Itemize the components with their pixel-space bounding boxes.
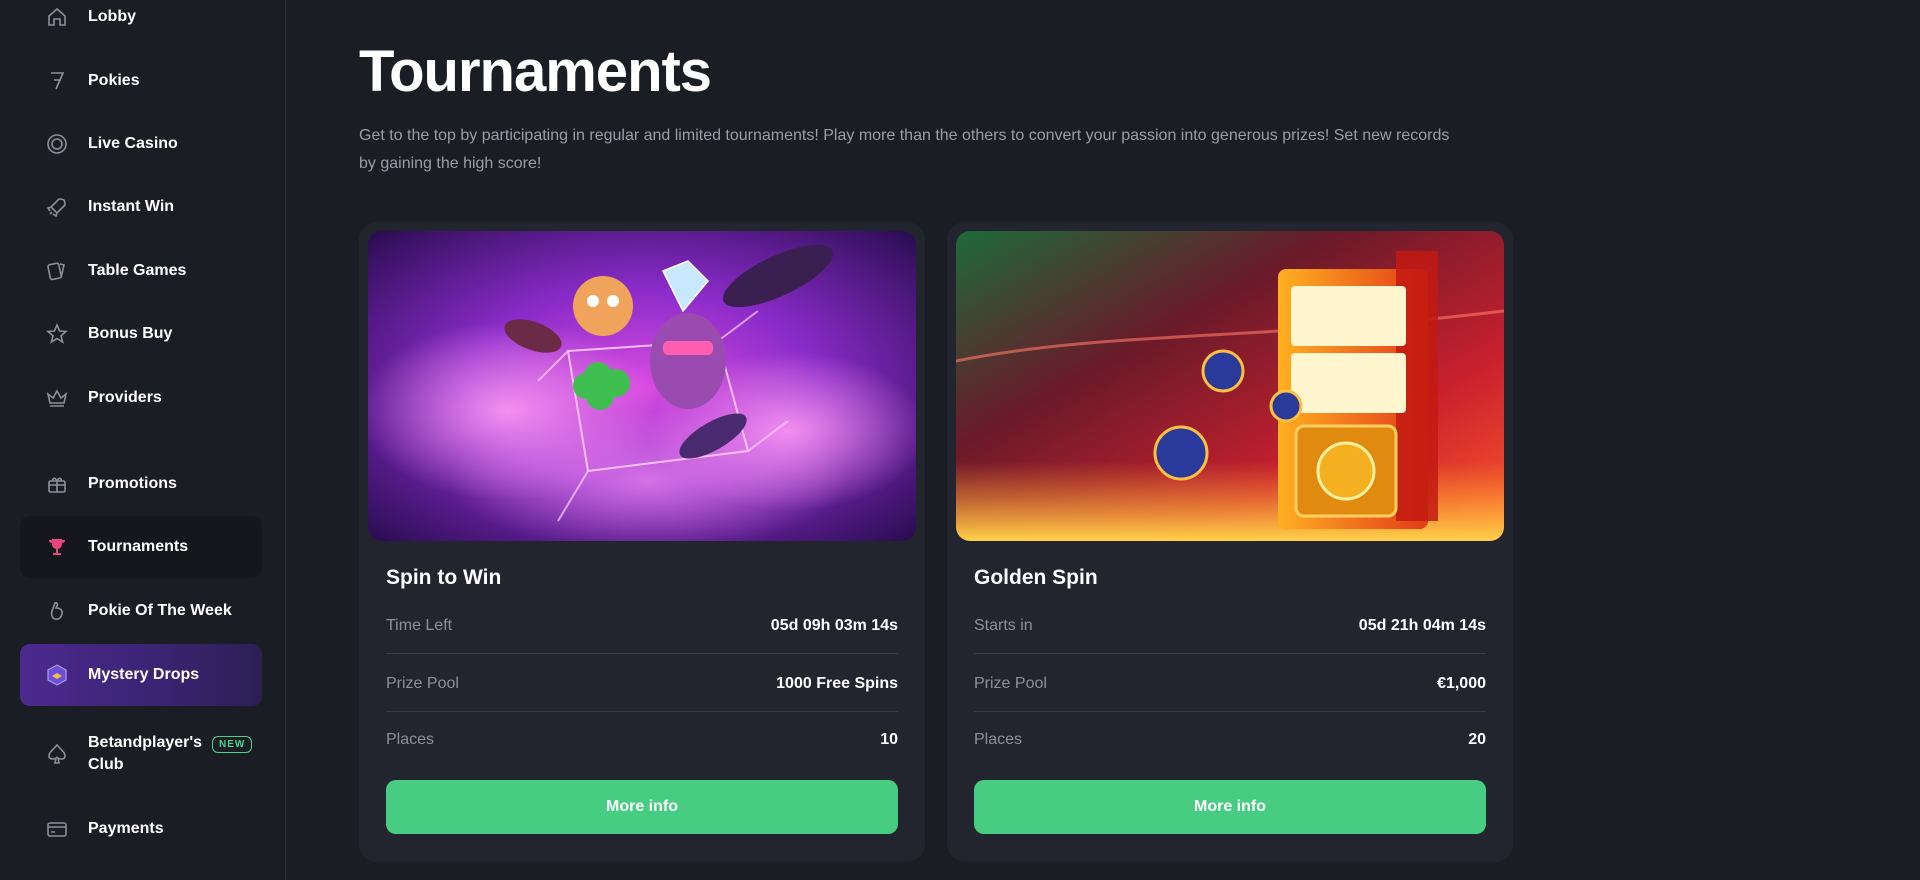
sidebar-item-label: Lobby — [88, 8, 136, 26]
sidebar-item-live-casino[interactable]: Live Casino — [20, 113, 262, 175]
chip-icon — [44, 131, 70, 157]
row-label: Places — [974, 731, 1023, 748]
row-label: Prize Pool — [974, 674, 1047, 692]
row-label: Prize Pool — [386, 674, 459, 692]
sidebar-item-pokie-of-the-week[interactable]: Pokie Of The Week — [20, 580, 262, 642]
sidebar-item-label: Instant Win — [88, 198, 175, 216]
trophy-icon — [44, 534, 70, 560]
card-icon — [44, 816, 70, 842]
sidebar-item-label: Promotions — [88, 475, 177, 493]
page-title: Tournaments — [359, 39, 712, 104]
more-info-button[interactable]: More info — [386, 780, 898, 834]
sidebar-item-instant-win[interactable]: Instant Win — [20, 176, 262, 238]
row-value: 1000 Free Spins — [776, 674, 898, 692]
main-content: Tournaments Get to the top by participat… — [286, 0, 1920, 880]
row-value: 10 — [880, 731, 898, 748]
sidebar-item-promotions[interactable]: Promotions — [20, 453, 262, 515]
rocket-icon — [44, 194, 70, 220]
new-badge: NEW — [212, 736, 253, 753]
crown-icon — [44, 385, 70, 411]
prize-pool-row: Prize Pool 1000 Free Spins — [386, 656, 898, 712]
places-row: Places 10 — [386, 712, 898, 768]
sidebar-item-betandplayers-club[interactable]: Betandplayer's Club NEW — [20, 720, 262, 788]
sidebar-item-label: Payments — [88, 820, 164, 838]
tournament-card: Spin to Win Time Left 05d 09h 03m 14s Pr… — [359, 222, 925, 862]
seven-icon — [44, 68, 70, 94]
sidebar-item-label: Live Casino — [88, 135, 178, 153]
sidebar-item-providers[interactable]: Providers — [20, 367, 262, 429]
cards-icon — [44, 258, 70, 284]
tournament-title: Golden Spin — [974, 566, 1098, 589]
prize-pool-row: Prize Pool €1,000 — [974, 656, 1486, 712]
places-row: Places 20 — [974, 712, 1486, 768]
hand-icon — [44, 598, 70, 624]
row-label: Time Left — [386, 616, 453, 634]
sidebar-item-label: Providers — [88, 389, 162, 407]
sidebar-item-label: Betandplayer's Club — [88, 734, 203, 773]
gift-icon — [44, 471, 70, 497]
tournament-card: Golden Spin Starts in 05d 21h 04m 14s Pr… — [947, 222, 1513, 862]
sidebar-item-label: Bonus Buy — [88, 325, 173, 343]
sidebar-item-label: Tournaments — [88, 538, 189, 556]
sidebar-item-label: Table Games — [88, 262, 187, 280]
sidebar-item-label: Pokies — [88, 72, 140, 90]
time-left-row: Time Left 05d 09h 03m 14s — [386, 598, 898, 654]
more-info-button[interactable]: More info — [974, 780, 1486, 834]
sidebar-item-bonus-buy[interactable]: Bonus Buy — [20, 303, 262, 365]
row-label: Starts in — [974, 616, 1033, 634]
spade-icon — [44, 741, 70, 767]
row-value: 05d 21h 04m 14s — [1358, 616, 1486, 634]
spin-to-win-banner[interactable] — [368, 231, 916, 541]
row-value: 20 — [1468, 731, 1486, 748]
tournament-title: Spin to Win — [386, 566, 502, 589]
home-icon — [44, 4, 70, 30]
page-description: Get to the top by participating in regul… — [359, 127, 1450, 172]
sidebar-item-tournaments[interactable]: Tournaments — [20, 516, 262, 578]
row-value: 05d 09h 03m 14s — [770, 616, 898, 634]
sidebar-item-mystery-drops[interactable]: Mystery Drops — [20, 644, 262, 706]
sidebar-item-table-games[interactable]: Table Games — [20, 240, 262, 302]
sidebar-item-label: Mystery Drops — [88, 666, 200, 684]
sidebar-item-lobby[interactable]: Lobby — [20, 0, 262, 48]
sidebar: Lobby Pokies Live Casino Instant Win Tab… — [0, 0, 286, 880]
star-icon — [44, 321, 70, 347]
sidebar-item-payments[interactable]: Payments — [20, 798, 262, 860]
golden-spin-banner[interactable] — [956, 231, 1504, 541]
row-value: €1,000 — [1437, 674, 1486, 692]
mystery-box-icon — [44, 662, 70, 688]
sidebar-item-pokies[interactable]: Pokies — [20, 50, 262, 112]
sidebar-item-label: Pokie Of The Week — [88, 602, 232, 620]
row-label: Places — [386, 731, 435, 748]
starts-in-row: Starts in 05d 21h 04m 14s — [974, 598, 1486, 654]
